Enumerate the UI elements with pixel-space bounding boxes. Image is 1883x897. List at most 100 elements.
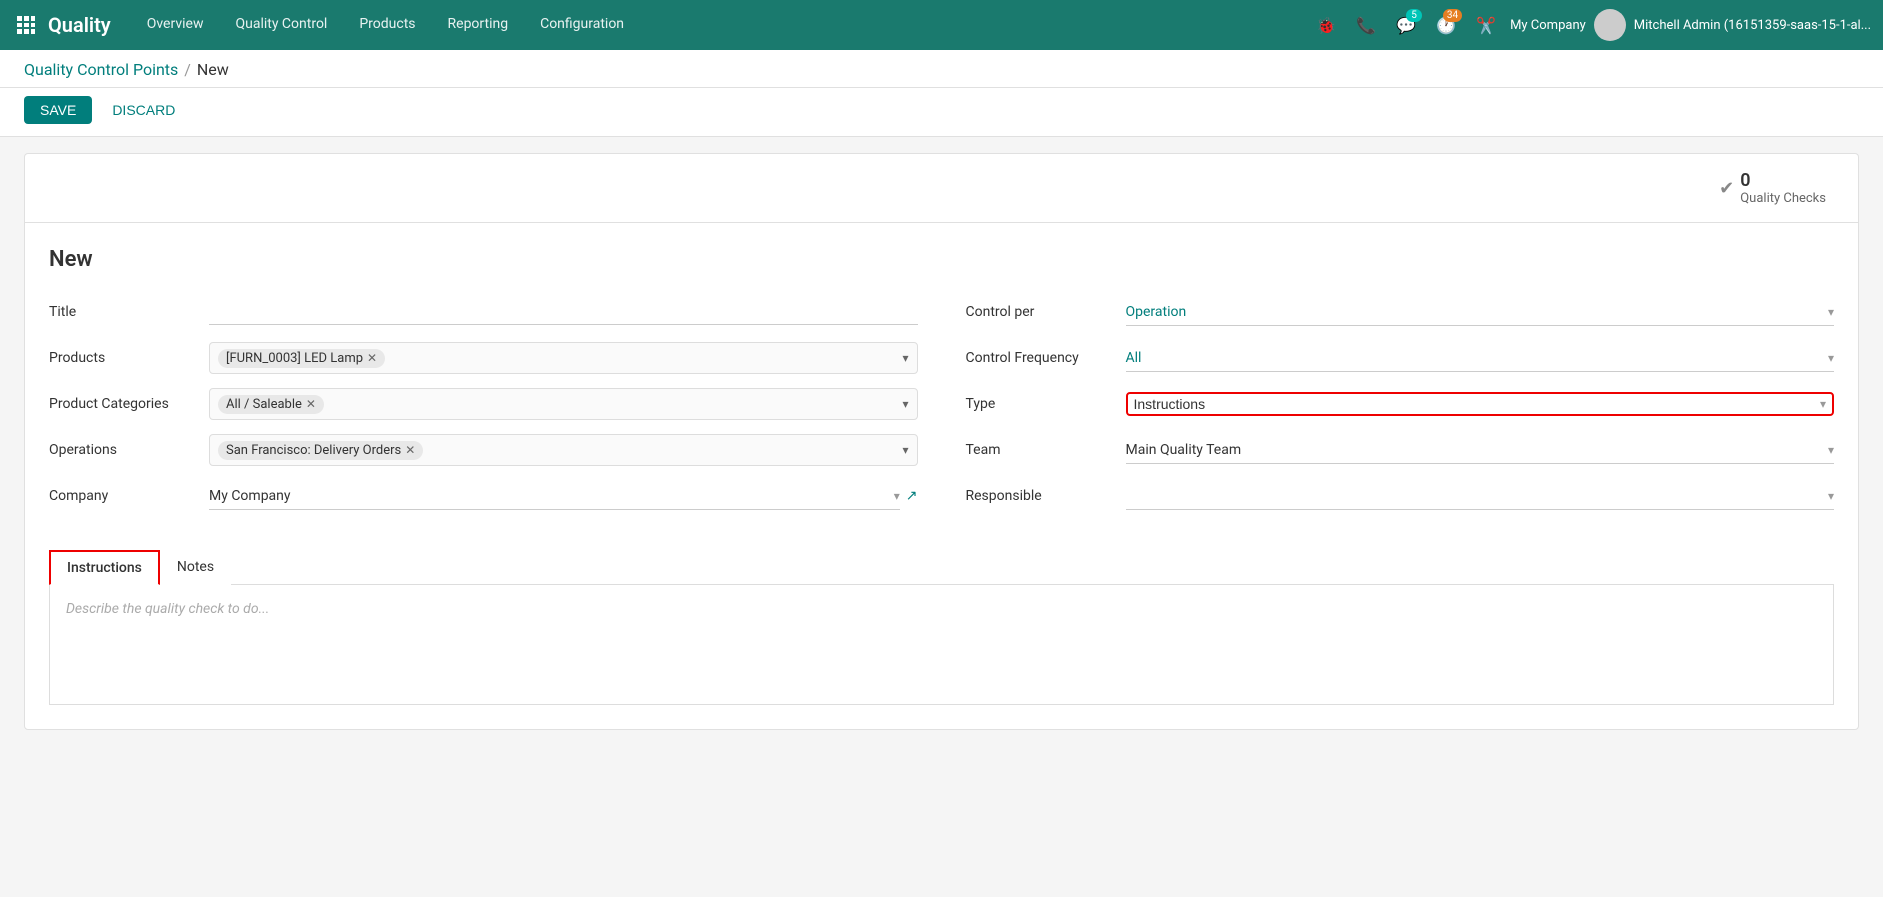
breadcrumb-parent[interactable]: Quality Control Points — [24, 60, 178, 79]
company-value: My Company — [209, 488, 894, 504]
responsible-dropdown-arrow[interactable]: ▾ — [1828, 489, 1834, 503]
company-field[interactable]: My Company ▾ — [209, 482, 900, 510]
operations-dropdown-arrow[interactable]: ▾ — [902, 443, 908, 457]
user-avatar[interactable] — [1594, 9, 1626, 41]
operations-label: Operations — [49, 442, 209, 458]
tab-content-instructions: Describe the quality check to do... — [49, 585, 1834, 705]
operations-row: Operations San Francisco: Delivery Order… — [49, 434, 918, 466]
quality-checks-label: Quality Checks — [1740, 191, 1826, 206]
company-select[interactable]: My Company ▾ — [209, 482, 900, 510]
checkmark-icon: ✔ — [1719, 178, 1734, 199]
operations-tag: San Francisco: Delivery Orders ✕ — [218, 441, 423, 460]
operations-tag-close[interactable]: ✕ — [405, 443, 415, 457]
bug-icon[interactable]: 🐞 — [1310, 9, 1342, 41]
control-frequency-dropdown-arrow[interactable]: ▾ — [1828, 351, 1834, 365]
discard-button[interactable]: DISCARD — [100, 96, 187, 124]
operations-field[interactable]: San Francisco: Delivery Orders ✕ ▾ — [209, 434, 918, 466]
company-row: Company My Company ▾ ↗ — [49, 480, 918, 512]
team-dropdown-arrow[interactable]: ▾ — [1828, 443, 1834, 457]
scissors-icon[interactable]: ✂️ — [1470, 9, 1502, 41]
control-per-field[interactable]: Operation ▾ — [1126, 298, 1835, 326]
quality-checks-button[interactable]: ✔ 0 Quality Checks — [1707, 164, 1838, 212]
clock-icon[interactable]: 🕐 34 — [1430, 9, 1462, 41]
chat-badge: 5 — [1406, 9, 1422, 22]
control-frequency-value: All — [1126, 350, 1828, 366]
type-input[interactable] — [1134, 396, 1820, 412]
products-dropdown-arrow[interactable]: ▾ — [902, 351, 908, 365]
tab-notes[interactable]: Notes — [160, 550, 231, 585]
breadcrumb-current: New — [197, 60, 229, 79]
app-name: Quality — [48, 13, 111, 37]
products-tag-close[interactable]: ✕ — [367, 351, 377, 365]
nav-overview[interactable]: Overview — [131, 0, 220, 50]
nav-products[interactable]: Products — [343, 0, 431, 50]
products-tag-text: [FURN_0003] LED Lamp — [226, 351, 363, 366]
product-categories-label: Product Categories — [49, 396, 209, 412]
product-categories-field[interactable]: All / Saleable ✕ ▾ — [209, 388, 918, 420]
operations-tag-text: San Francisco: Delivery Orders — [226, 443, 401, 458]
control-per-dropdown-arrow[interactable]: ▾ — [1828, 305, 1834, 319]
quality-checks-info: 0 Quality Checks — [1740, 170, 1826, 206]
type-field-wrapper[interactable]: ▾ — [1126, 392, 1835, 416]
type-label: Type — [966, 396, 1126, 412]
phone-icon[interactable]: 📞 — [1350, 9, 1382, 41]
company-name: My Company — [1510, 18, 1586, 33]
nav-reporting[interactable]: Reporting — [432, 0, 525, 50]
chat-icon[interactable]: 💬 5 — [1390, 9, 1422, 41]
operations-tag-field[interactable]: San Francisco: Delivery Orders ✕ ▾ — [209, 434, 918, 466]
products-field[interactable]: [FURN_0003] LED Lamp ✕ ▾ — [209, 342, 918, 374]
tabs-section: Instructions Notes Describe the quality … — [49, 550, 1834, 705]
products-tag: [FURN_0003] LED Lamp ✕ — [218, 349, 385, 368]
tab-instructions[interactable]: Instructions — [49, 550, 160, 585]
nav-menu: Overview Quality Control Products Report… — [131, 0, 1306, 50]
quality-checks-count: 0 — [1740, 170, 1826, 191]
form-body: Title Products [FURN_0003] LED Lamp ✕ — [49, 296, 1834, 526]
form-right: Control per Operation ▾ Control Frequenc… — [966, 296, 1835, 526]
nav-configuration[interactable]: Configuration — [524, 0, 640, 50]
products-tag-field[interactable]: [FURN_0003] LED Lamp ✕ ▾ — [209, 342, 918, 374]
product-categories-tag-text: All / Saleable — [226, 397, 302, 412]
control-per-row: Control per Operation ▾ — [966, 296, 1835, 328]
title-field[interactable] — [209, 300, 918, 325]
product-categories-tag-close[interactable]: ✕ — [306, 397, 316, 411]
team-value: Main Quality Team — [1126, 442, 1828, 458]
form-title: New — [49, 247, 1834, 272]
grid-icon[interactable] — [12, 11, 40, 39]
responsible-field[interactable]: ▾ — [1126, 482, 1835, 510]
control-per-select[interactable]: Operation ▾ — [1126, 298, 1835, 326]
company-dropdown-arrow[interactable]: ▾ — [894, 489, 900, 503]
type-field[interactable]: ▾ — [1126, 392, 1835, 416]
control-per-value: Operation — [1126, 304, 1828, 320]
smart-btn-bar: ✔ 0 Quality Checks — [24, 153, 1859, 222]
title-input[interactable] — [209, 300, 918, 325]
form-card: New Title Products [FU — [24, 222, 1859, 730]
action-bar: SAVE DISCARD — [0, 88, 1883, 137]
breadcrumb: Quality Control Points / New — [24, 60, 1859, 87]
main-content: ✔ 0 Quality Checks New Title — [0, 137, 1883, 746]
team-select[interactable]: Main Quality Team ▾ — [1126, 436, 1835, 464]
user-name: Mitchell Admin (16151359-saas-15-1-al... — [1634, 18, 1871, 33]
breadcrumb-separator: / — [184, 60, 191, 79]
title-label: Title — [49, 304, 209, 320]
team-field[interactable]: Main Quality Team ▾ — [1126, 436, 1835, 464]
product-categories-row: Product Categories All / Saleable ✕ ▾ — [49, 388, 918, 420]
team-row: Team Main Quality Team ▾ — [966, 434, 1835, 466]
nav-right: 🐞 📞 💬 5 🕐 34 ✂️ My Company Mitchell Admi… — [1310, 9, 1871, 41]
product-categories-dropdown-arrow[interactable]: ▾ — [902, 397, 908, 411]
responsible-select[interactable]: ▾ — [1126, 482, 1835, 510]
company-external-link-icon[interactable]: ↗ — [906, 488, 918, 504]
responsible-row: Responsible ▾ — [966, 480, 1835, 512]
type-row: Type ▾ — [966, 388, 1835, 420]
responsible-label: Responsible — [966, 488, 1126, 504]
clock-badge: 34 — [1443, 9, 1462, 22]
instructions-placeholder: Describe the quality check to do... — [66, 601, 269, 617]
product-categories-tag-field[interactable]: All / Saleable ✕ ▾ — [209, 388, 918, 420]
control-frequency-select[interactable]: All ▾ — [1126, 344, 1835, 372]
control-frequency-row: Control Frequency All ▾ — [966, 342, 1835, 374]
product-categories-tag: All / Saleable ✕ — [218, 395, 324, 414]
products-label: Products — [49, 350, 209, 366]
type-dropdown-arrow[interactable]: ▾ — [1820, 397, 1826, 411]
nav-quality-control[interactable]: Quality Control — [219, 0, 343, 50]
save-button[interactable]: SAVE — [24, 96, 92, 124]
control-frequency-field[interactable]: All ▾ — [1126, 344, 1835, 372]
